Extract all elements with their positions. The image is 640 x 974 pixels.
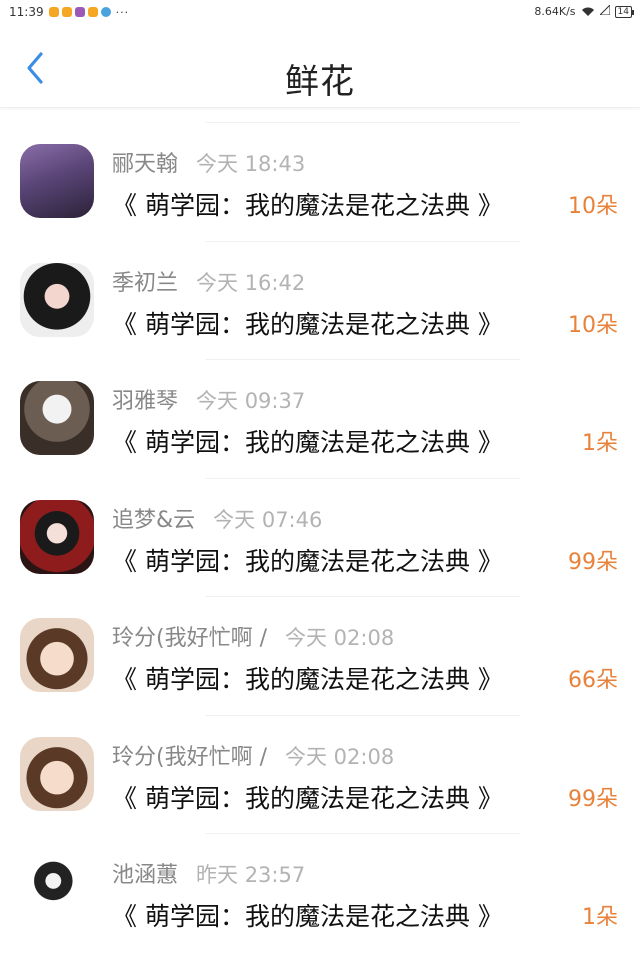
network-speed: 8.64K/s	[534, 5, 576, 18]
avatar[interactable]	[20, 855, 94, 929]
wifi-icon	[581, 7, 595, 17]
list-item[interactable]: 季初兰 今天 16:42 《 萌学园：我的魔法是花之法典 》 10朵	[0, 240, 640, 360]
user-name-text: 池涵蕙	[112, 863, 179, 888]
book-title[interactable]: 《 萌学园：我的魔法是花之法典 》	[112, 779, 503, 815]
battery-level: 14	[617, 6, 629, 17]
avatar[interactable]	[20, 736, 94, 811]
timestamp: 今天 02:08	[285, 626, 395, 650]
user-name: 季初兰 今天 16:42	[112, 265, 305, 297]
avatar[interactable]	[20, 262, 94, 337]
flower-count: 10朵	[568, 194, 618, 219]
list-item[interactable]: 羽雅琴 今天 09:37 《 萌学园：我的魔法是花之法典 》 1朵	[0, 359, 640, 478]
timestamp: 今天 02:08	[285, 744, 395, 769]
flower-count: 1朵	[582, 431, 618, 456]
user-name: 追梦&云 今天 07:46	[112, 502, 322, 534]
flower-count: 66朵	[568, 668, 618, 693]
notification-app-icon	[74, 7, 85, 17]
timestamp: 今天 16:42	[196, 270, 306, 295]
book-title[interactable]: 《 萌学园：我的魔法是花之法典 》	[112, 660, 503, 696]
status-right: 8.64K/s 14	[534, 3, 635, 18]
row-divider	[205, 833, 520, 834]
avatar[interactable]	[20, 381, 94, 455]
user-name-text: 季初兰	[112, 270, 179, 296]
book-title[interactable]: 《 萌学园：我的魔法是花之法典 》	[112, 897, 503, 933]
notification-app-icon	[87, 7, 98, 17]
user-name: 羽雅琴 今天 09:37	[112, 383, 305, 415]
user-name: 池涵蕙 昨天 23:57	[112, 857, 305, 889]
avatar[interactable]	[20, 144, 94, 218]
list-item[interactable]: 池涵蕙 昨天 23:57 《 萌学园：我的魔法是花之法典 》 1朵	[0, 833, 640, 952]
user-name-text: 玲分(我好忙啊 /	[112, 626, 267, 651]
signal-icon	[598, 3, 611, 18]
flower-count: 99朵	[568, 786, 618, 812]
user-name-text: 羽雅琴	[112, 389, 179, 414]
user-name: 郦天翰 今天 18:43	[112, 146, 305, 178]
list-item[interactable]: 郦天翰 今天 18:43 《 萌学园：我的魔法是花之法典 》 10朵	[0, 122, 640, 241]
list-item[interactable]: 玲分(我好忙啊 / 今天 02:08 《 萌学园：我的魔法是花之法典 》 99朵	[0, 714, 640, 834]
timestamp: 昨天 23:57	[196, 863, 306, 887]
user-name-text: 追梦&云	[112, 507, 196, 533]
timestamp: 今天 09:37	[196, 389, 306, 413]
row-divider	[205, 122, 520, 123]
avatar[interactable]	[20, 618, 94, 692]
row-divider	[205, 596, 520, 597]
status-time: 11:39	[9, 5, 44, 19]
timestamp: 今天 07:46	[213, 507, 323, 532]
flower-count: 1朵	[582, 905, 618, 930]
row-divider	[205, 359, 520, 360]
user-name-text: 玲分(我好忙啊 /	[112, 744, 267, 770]
notification-app-icon	[100, 7, 111, 17]
flower-count: 99朵	[568, 549, 618, 575]
status-bar: 11:39 ··· 8.64K/s 14	[0, 0, 640, 26]
row-divider	[205, 477, 520, 479]
user-name-text: 郦天翰	[112, 152, 179, 177]
page-title: 鲜花	[285, 62, 355, 102]
battery-icon: 14	[614, 5, 635, 18]
book-title[interactable]: 《 萌学园：我的魔法是花之法典 》	[112, 423, 503, 459]
user-name: 玲分(我好忙啊 / 今天 02:08	[112, 739, 394, 771]
row-divider	[205, 714, 520, 716]
list-item[interactable]: 玲分(我好忙啊 / 今天 02:08 《 萌学园：我的魔法是花之法典 》 66朵	[0, 596, 640, 715]
book-title[interactable]: 《 萌学园：我的魔法是花之法典 》	[112, 542, 503, 578]
user-name: 玲分(我好忙啊 / 今天 02:08	[112, 620, 394, 652]
flower-count: 10朵	[568, 312, 618, 338]
status-left: 11:39 ···	[9, 5, 129, 19]
notification-app-icon	[61, 7, 72, 17]
timestamp: 今天 18:43	[196, 152, 306, 176]
avatar[interactable]	[20, 499, 94, 574]
nav-bar: 鲜花	[0, 26, 640, 108]
status-more-icon: ···	[115, 5, 130, 19]
list-item[interactable]: 追梦&云 今天 07:46 《 萌学园：我的魔法是花之法典 》 99朵	[0, 477, 640, 597]
row-divider	[205, 240, 520, 242]
flower-record-list: 郦天翰 今天 18:43 《 萌学园：我的魔法是花之法典 》 10朵 季初兰 今天 16:…	[0, 122, 640, 952]
notification-app-icon	[48, 7, 59, 17]
book-title[interactable]: 《 萌学园：我的魔法是花之法典 》	[112, 305, 503, 341]
book-title[interactable]: 《 萌学园：我的魔法是花之法典 》	[112, 186, 503, 222]
